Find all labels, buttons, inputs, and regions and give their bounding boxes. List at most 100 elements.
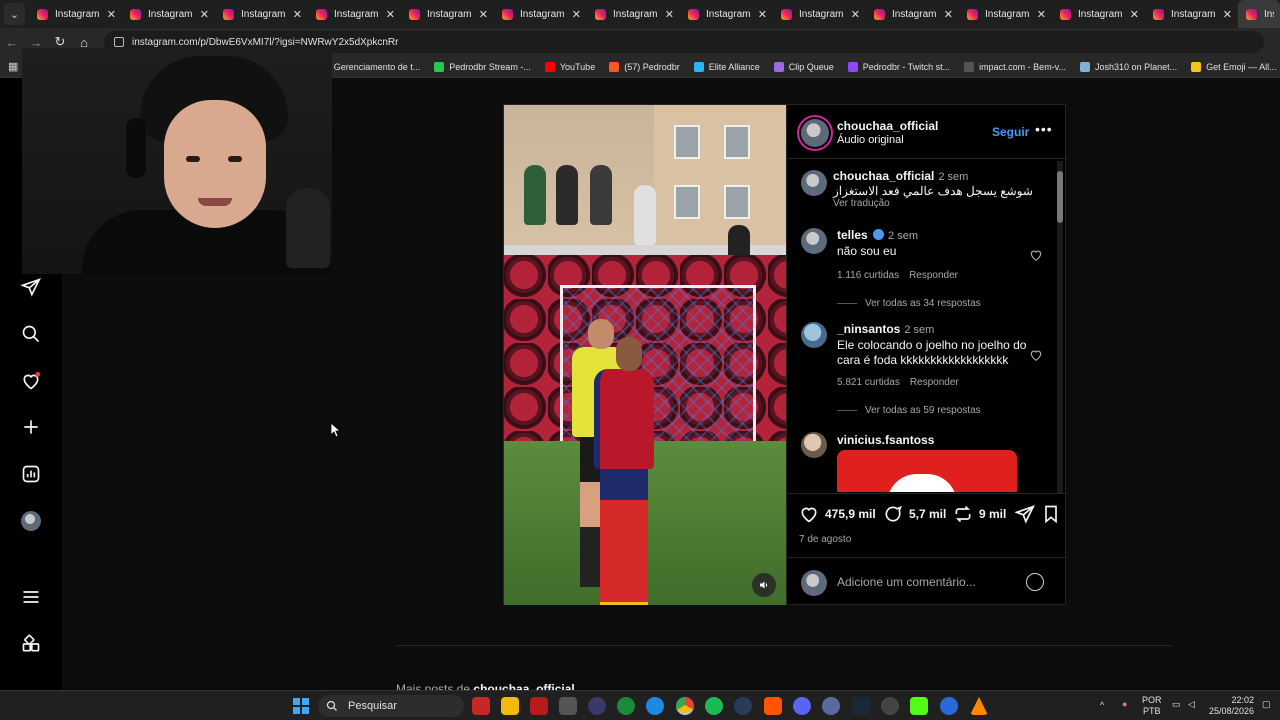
browser-tab[interactable]: Instagram ✕ xyxy=(1145,0,1238,28)
chrome-icon[interactable] xyxy=(676,697,694,715)
repost-button[interactable]: 9 mil xyxy=(953,504,1006,524)
edge-icon[interactable] xyxy=(646,697,664,715)
browser-tab[interactable]: Instagram ✕ xyxy=(680,0,773,28)
author-username[interactable]: chouchaa_official xyxy=(837,119,938,133)
close-tab-icon[interactable]: ✕ xyxy=(293,8,302,21)
browser-tab[interactable]: Instagram ✕ xyxy=(773,0,866,28)
kick-icon[interactable] xyxy=(910,697,928,715)
browser-tab[interactable]: Instagram ✕ xyxy=(215,0,308,28)
translate-link[interactable]: Ver tradução xyxy=(833,198,890,209)
discord-icon[interactable] xyxy=(793,697,811,715)
menu-icon[interactable] xyxy=(20,586,42,608)
send-icon[interactable] xyxy=(20,276,42,298)
caption-avatar[interactable] xyxy=(801,170,827,196)
close-tab-icon[interactable]: ✕ xyxy=(1223,8,1232,21)
network-icon[interactable]: ▭ xyxy=(1172,699,1181,710)
comment-avatar[interactable] xyxy=(801,432,827,458)
browser-tab[interactable]: Instagram ✕ xyxy=(122,0,215,28)
close-tab-icon[interactable]: ✕ xyxy=(758,8,767,21)
browser-tab-active[interactable]: Instag xyxy=(1238,0,1280,28)
search-icon[interactable] xyxy=(20,323,42,345)
taskbar-search[interactable]: Pesquisar xyxy=(318,695,464,717)
bookmark-item[interactable]: YouTube xyxy=(544,61,595,72)
close-tab-icon[interactable]: ✕ xyxy=(107,8,116,21)
browser-tab[interactable]: Instagram ✕ xyxy=(959,0,1052,28)
post-video[interactable] xyxy=(504,105,786,605)
close-tab-icon[interactable]: ✕ xyxy=(1130,8,1139,21)
view-replies[interactable]: Ver todas as 59 respostas xyxy=(837,405,981,416)
apps-grid-icon[interactable]: ▦ xyxy=(8,60,18,73)
tab-search-button[interactable]: ⌄ xyxy=(4,3,25,25)
share-button[interactable] xyxy=(1015,504,1041,524)
close-tab-icon[interactable]: ✕ xyxy=(851,8,860,21)
microphone-icon[interactable]: ● xyxy=(1122,699,1127,710)
bookmark-item[interactable]: Pedrodbr Stream -... xyxy=(434,61,531,72)
comment-username[interactable]: _ninsantos xyxy=(837,322,900,336)
close-tab-icon[interactable]: ✕ xyxy=(479,8,488,21)
system-clock[interactable]: 22:02 25/08/2026 xyxy=(1208,695,1254,717)
notifications-icon[interactable]: ▢ xyxy=(1262,699,1271,710)
close-tab-icon[interactable]: ✕ xyxy=(200,8,209,21)
bookmark-item[interactable]: impact.com - Bem-v... xyxy=(964,61,1066,72)
comment-like-heart-icon[interactable] xyxy=(1029,248,1043,262)
close-tab-icon[interactable]: ✕ xyxy=(572,8,581,21)
comment-button[interactable]: 5,7 mil xyxy=(883,504,946,524)
file-explorer-icon[interactable] xyxy=(501,697,519,715)
caption-username-text[interactable]: chouchaa_official xyxy=(833,169,934,183)
browser-tab[interactable]: Instagram ✕ xyxy=(401,0,494,28)
vlc-icon[interactable] xyxy=(970,697,988,715)
obs-icon[interactable] xyxy=(881,697,899,715)
steam-icon[interactable] xyxy=(852,697,870,715)
app-icon[interactable] xyxy=(588,697,606,715)
close-tab-icon[interactable]: ✕ xyxy=(665,8,674,21)
app-icon[interactable] xyxy=(822,697,840,715)
comment-likes[interactable]: 1.116 curtidas xyxy=(837,270,899,281)
view-replies[interactable]: Ver todas as 34 respostas xyxy=(837,298,981,309)
scrollbar-thumb[interactable] xyxy=(1057,171,1063,223)
apps-icon[interactable] xyxy=(20,633,42,655)
volume-button[interactable] xyxy=(752,573,776,597)
plus-icon[interactable] xyxy=(20,416,42,438)
comments-scrollbar[interactable] xyxy=(1057,161,1063,493)
browser-tab[interactable]: Instagram ✕ xyxy=(587,0,680,28)
browser-tab[interactable]: Instagram ✕ xyxy=(494,0,587,28)
app-icon[interactable] xyxy=(940,697,958,715)
app-icon[interactable] xyxy=(617,697,635,715)
app-icon[interactable] xyxy=(734,697,752,715)
bookmark-item[interactable]: Gerenciamento de t... xyxy=(318,61,420,72)
profile-icon[interactable] xyxy=(20,510,42,532)
add-comment-input[interactable]: Adicione um comentário... xyxy=(837,575,976,589)
language-indicator[interactable]: POR PTB xyxy=(1142,695,1162,717)
bookmark-item[interactable]: Josh310 on Planet... xyxy=(1080,61,1177,72)
emoji-icon[interactable] xyxy=(1026,573,1044,591)
app-icon[interactable] xyxy=(472,697,490,715)
stats-icon[interactable] xyxy=(20,463,42,485)
like-button[interactable]: 475,9 mil xyxy=(799,504,876,524)
bookmark-item[interactable]: Pedrodbr - Twitch st... xyxy=(847,61,950,72)
browser-tab[interactable]: Instagram ✕ xyxy=(1052,0,1145,28)
save-button[interactable] xyxy=(1041,504,1067,524)
author-avatar[interactable] xyxy=(801,119,829,147)
audio-label[interactable]: Áudio original xyxy=(837,134,904,146)
close-tab-icon[interactable]: ✕ xyxy=(944,8,953,21)
post-date[interactable]: 7 de agosto xyxy=(799,534,851,545)
browser-tab[interactable]: Instagram ✕ xyxy=(29,0,122,28)
app-icon[interactable] xyxy=(559,697,577,715)
tray-overflow-icon[interactable]: ^ xyxy=(1100,700,1104,711)
volume-icon[interactable]: ◁ xyxy=(1188,699,1195,710)
reply-button[interactable]: Responder xyxy=(910,377,959,388)
follow-button[interactable]: Seguir xyxy=(992,125,1029,139)
windows-start-icon[interactable] xyxy=(293,698,309,714)
comment-username[interactable]: telles xyxy=(837,228,868,242)
back-button[interactable]: ← xyxy=(0,35,24,50)
comment-likes[interactable]: 5.821 curtidas xyxy=(837,377,900,388)
bookmark-item[interactable]: Elite Alliance xyxy=(693,61,760,72)
site-info-icon[interactable] xyxy=(114,37,124,47)
spotify-icon[interactable] xyxy=(705,697,723,715)
comment-image[interactable] xyxy=(837,450,1017,492)
bookmark-item[interactable]: Get Emoji — All... xyxy=(1191,61,1277,72)
comment-like-heart-icon[interactable] xyxy=(1029,348,1043,362)
comment-username[interactable]: vinicius.fsantoss xyxy=(837,433,934,447)
soundcloud-icon[interactable] xyxy=(764,697,782,715)
bookmark-item[interactable]: (57) Pedrodbr xyxy=(609,61,680,72)
